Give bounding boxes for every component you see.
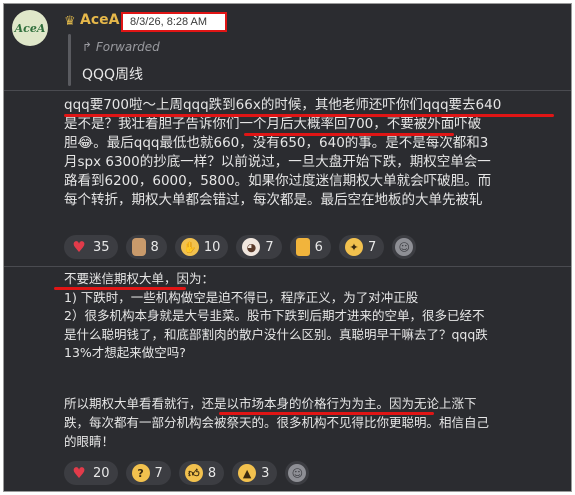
reaction-thumbs-up[interactable]: 👍︎ 8 <box>178 461 225 485</box>
message-body: 所以期权大单看看就行，还是以市场本身的价格行为为主。因为无论上涨下 跌，每次都有… <box>64 394 564 451</box>
forwarded-label: ↱ Forwarded <box>82 40 160 54</box>
reaction-cow[interactable]: ◕ 7 <box>236 235 282 259</box>
divider <box>4 90 571 91</box>
chat-panel: AceA ♛ AceA 8/3/26, 8:28 AM ↱ Forwarded … <box>3 3 572 492</box>
message-line: 的眼睛！ <box>64 434 115 449</box>
message-body: 不要迷信期权大单，因为： 1) 下跌时，一些机构做空是迫不得已，程序正义，为了对… <box>64 270 564 363</box>
message-line: 每个转折，期权大单都会错过，每次都是。最后空在地板的大单先被轧 <box>64 192 483 208</box>
message-line: 是什么聪明钱了，和底部割肉的散户没什么区别。真聪明早干嘛去了？qqq跌 <box>64 326 488 342</box>
author-name[interactable]: AceA <box>80 12 119 28</box>
thumbs-up-icon: 👍︎ <box>184 464 203 482</box>
highlight-underline <box>244 133 454 136</box>
reaction-count: 8 <box>150 239 159 255</box>
message-line: 胆😂。最后qqq最低也就660，没有650，640的事。是不是每次都和3 <box>64 135 489 151</box>
message-line: 所以期权大单看看就行，还是以市场本身的价格行为为主。因为无论上涨下 <box>64 396 477 411</box>
timestamp: 8/3/26, 8:28 AM <box>121 12 227 32</box>
reaction-handshake[interactable]: ✋ 10 <box>174 235 229 259</box>
bubble-tea-icon <box>131 238 146 256</box>
reaction-count: 3 <box>261 465 270 481</box>
divider <box>4 266 571 267</box>
reaction-heart[interactable]: ♥ 35 <box>64 235 118 259</box>
message-line: 2）很多机构本身就是大号韭菜。股市下跌到后期才进来的空单，很多已经不 <box>64 308 485 323</box>
reaction-count: 7 <box>265 239 274 255</box>
screenshot-frame: AceA ♛ AceA 8/3/26, 8:28 AM ↱ Forwarded … <box>0 0 575 495</box>
crown-icon: ♛ <box>64 14 76 29</box>
add-reaction-button[interactable]: ☺ <box>285 461 310 485</box>
forwarded-text: QQQ周线 <box>82 67 144 83</box>
pray-icon: ▲ <box>238 464 257 482</box>
highlight-underline <box>54 287 186 290</box>
forwarded-quote-bar <box>68 34 71 86</box>
highlight-underline <box>219 412 434 415</box>
avatar[interactable]: AceA <box>12 10 48 46</box>
reaction-bar: ♥ 35 8 ✋ 10 ◕ 7 6 ✦ 7 ☺ <box>64 235 417 259</box>
message-line: 跌，每次都有一部分机构会被祭天的。很多机构不见得比你更聪明。相信自己 <box>64 415 490 430</box>
message-line: 不要迷信期权大单，因为： <box>64 271 215 286</box>
reaction-count: 35 <box>93 239 110 255</box>
clap-icon: ✦ <box>344 238 363 256</box>
highlight-underline <box>64 114 554 117</box>
reaction-count: 7 <box>367 239 377 255</box>
message-line: 1) 下跌时，一些机构做空是迫不得已，程序正义，为了对冲正股 <box>64 289 419 305</box>
message-line: 月spx 6300的抄底一样？以前说过，一旦大盘开始下跌，期权空单会一 <box>64 154 491 170</box>
forward-arrow-icon: ↱ <box>82 40 93 54</box>
heart-icon: ♥ <box>72 238 86 256</box>
reaction-count: 10 <box>203 239 221 255</box>
reaction-clap[interactable]: ✦ 7 <box>338 235 385 259</box>
reaction-bar: ♥ 20 ? 7 👍︎ 8 ▲ 3 ☺ <box>64 461 310 485</box>
message-line: 路看到6200，6000，5800。如果你过度迷信期权大单就会吓破胆。而 <box>64 173 492 189</box>
reaction-pray[interactable]: ▲ 3 <box>232 461 278 485</box>
forwarded-label-text: Forwarded <box>95 40 160 54</box>
avatar-text: AceA <box>14 21 46 35</box>
beer-icon <box>295 238 310 256</box>
reaction-count: 20 <box>93 465 110 481</box>
message-line: 13%才想起来做空吗? <box>64 345 186 360</box>
handshake-icon: ✋ <box>180 238 199 256</box>
reaction-count: 7 <box>154 465 163 481</box>
message-line: 是不是？我壮着胆子告诉你们一个月后大概率回700，不要被外面吓破 <box>64 116 482 132</box>
reaction-beer[interactable]: 6 <box>289 235 331 259</box>
cow-icon: ◕ <box>242 238 261 256</box>
smiley-icon: ☺ <box>288 464 307 482</box>
add-reaction-button[interactable]: ☺ <box>392 235 417 259</box>
reaction-count: 6 <box>314 239 323 255</box>
heart-icon: ♥ <box>72 464 86 482</box>
smiley-icon: ☺ <box>395 238 414 256</box>
reaction-thinking[interactable]: ? 7 <box>125 461 171 485</box>
reaction-heart[interactable]: ♥ 20 <box>64 461 118 485</box>
message-line: qqq要700啦～上周qqq跌到66x的时候，其他老师还吓你们qqq要去640 <box>64 97 502 113</box>
reaction-count: 8 <box>207 465 217 481</box>
reaction-bubble-tea[interactable]: 8 <box>125 235 167 259</box>
thinking-icon: ? <box>131 464 150 482</box>
